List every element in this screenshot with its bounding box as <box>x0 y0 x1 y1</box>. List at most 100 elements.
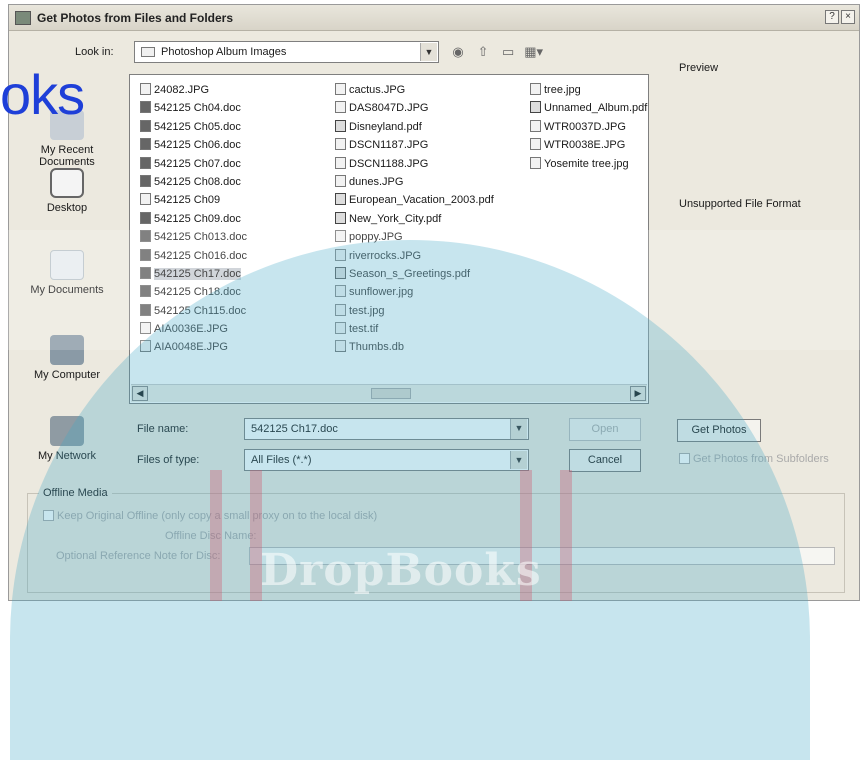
get-photos-button[interactable]: Get Photos <box>677 419 761 442</box>
list-item[interactable]: AIA0036E.JPG <box>140 320 247 338</box>
list-item[interactable]: New_York_City.pdf <box>335 210 494 228</box>
file-name: riverrocks.JPG <box>349 249 422 262</box>
list-item[interactable]: 24082.JPG <box>140 81 247 99</box>
list-item[interactable]: poppy.JPG <box>335 228 494 246</box>
horizontal-scrollbar[interactable]: ◀ ▶ <box>131 384 647 402</box>
back-icon[interactable]: ◉ <box>449 43 467 61</box>
subfolders-checkbox[interactable]: Get Photos from Subfolders <box>679 453 829 465</box>
folder-icon <box>141 47 155 57</box>
reference-note-input[interactable] <box>249 547 835 565</box>
file-name: 542125 Ch115.doc <box>154 304 247 317</box>
list-item[interactable]: Yosemite tree.jpg <box>530 155 648 173</box>
file-name: poppy.JPG <box>349 231 403 244</box>
checkbox-icon[interactable] <box>679 453 690 464</box>
files-of-type-select[interactable]: All Files (*.*) ▼ <box>244 449 529 471</box>
nav-toolbar: ◉ ⇧ ▭ ▦▾ <box>449 43 546 61</box>
file-name-input[interactable] <box>244 418 529 440</box>
file-name: 542125 Ch09 <box>154 194 221 207</box>
file-name: DSCN1187.JPG <box>349 139 429 152</box>
file-name: 542125 Ch016.doc <box>154 249 247 262</box>
list-item[interactable]: test.tif <box>335 320 494 338</box>
up-folder-icon[interactable]: ⇧ <box>474 43 492 61</box>
chevron-down-icon[interactable]: ▼ <box>510 451 527 469</box>
place-label: My Documents <box>30 284 104 296</box>
reference-note-label: Optional Reference Note for Disc: <box>56 550 221 562</box>
file-icon <box>335 322 346 335</box>
list-item[interactable]: DSCN1187.JPG <box>335 136 494 154</box>
list-item[interactable]: test.jpg <box>335 302 494 320</box>
place-my-computer[interactable]: My Computer <box>15 335 119 381</box>
places-bar: My Recent Documents Desktop My Documents… <box>15 70 119 470</box>
list-item[interactable]: sunflower.jpg <box>335 283 494 301</box>
recent-documents-icon <box>50 110 84 140</box>
file-icon <box>140 230 151 243</box>
look-in-label: Look in: <box>75 46 114 58</box>
close-button[interactable]: × <box>841 10 855 24</box>
list-item[interactable]: Season_s_Greetings.pdf <box>335 265 494 283</box>
file-icon <box>335 340 346 353</box>
list-item[interactable]: 542125 Ch115.doc <box>140 302 247 320</box>
views-menu-icon[interactable]: ▦▾ <box>524 43 543 61</box>
cancel-button[interactable]: Cancel <box>569 449 641 472</box>
list-item[interactable]: riverrocks.JPG <box>335 247 494 265</box>
list-item[interactable]: WTR0038E.JPG <box>530 136 648 154</box>
list-item[interactable]: dunes.JPG <box>335 173 494 191</box>
list-item[interactable]: 542125 Ch09 <box>140 191 247 209</box>
list-item[interactable]: tree.jpg <box>530 81 648 99</box>
list-item[interactable]: 542125 Ch04.doc <box>140 99 247 117</box>
file-icon <box>140 211 151 224</box>
file-icon <box>335 248 346 261</box>
file-name: 24082.JPG <box>154 84 210 96</box>
place-my-recent-documents[interactable]: My Recent Documents <box>15 110 119 168</box>
place-my-network[interactable]: My Network <box>15 416 119 462</box>
place-my-documents[interactable]: My Documents <box>15 250 119 296</box>
scroll-left-icon[interactable]: ◀ <box>132 386 148 401</box>
scroll-right-icon[interactable]: ▶ <box>630 386 646 401</box>
file-icon <box>335 285 346 298</box>
open-button[interactable]: Open <box>569 418 641 441</box>
list-item[interactable]: 542125 Ch09.doc <box>140 210 247 228</box>
place-label: My Network <box>37 450 97 462</box>
file-icon <box>140 266 151 279</box>
list-item[interactable]: 542125 Ch013.doc <box>140 228 247 246</box>
list-item[interactable]: Unnamed_Album.pdf <box>530 99 648 117</box>
chevron-down-icon[interactable]: ▼ <box>420 43 437 61</box>
list-item[interactable]: 542125 Ch05.doc <box>140 118 247 136</box>
new-folder-icon[interactable]: ▭ <box>499 43 517 61</box>
help-button[interactable]: ? <box>825 10 839 24</box>
keep-offline-checkbox[interactable]: Keep Original Offline (only copy a small… <box>43 510 377 522</box>
list-item[interactable]: AIA0048E.JPG <box>140 338 247 356</box>
file-list[interactable]: 24082.JPG 542125 Ch04.doc 542125 Ch05.doc 5… <box>129 74 649 404</box>
list-item[interactable]: 542125 Ch17.doc <box>140 265 247 283</box>
chevron-down-icon[interactable]: ▼ <box>510 419 527 439</box>
file-icon <box>140 285 151 298</box>
list-item[interactable]: 542125 Ch07.doc <box>140 155 247 173</box>
place-desktop[interactable]: Desktop <box>15 168 119 214</box>
file-icon <box>530 138 541 151</box>
files-of-type-value: All Files (*.*) <box>251 454 312 466</box>
file-name: 542125 Ch09.doc <box>154 212 241 225</box>
file-icon <box>335 83 346 95</box>
look-in-select[interactable]: Photoshop Album Images ▼ <box>134 41 439 63</box>
place-label: Desktop <box>46 202 88 214</box>
list-item[interactable]: European_Vacation_2003.pdf <box>335 191 494 209</box>
list-item[interactable]: DAS8047D.JPG <box>335 99 494 117</box>
list-item[interactable]: 542125 Ch08.doc <box>140 173 247 191</box>
file-icon <box>335 119 346 132</box>
file-icon <box>335 230 346 243</box>
file-name: WTR0038E.JPG <box>544 139 626 152</box>
list-item[interactable]: DSCN1188.JPG <box>335 155 494 173</box>
file-name: 542125 Ch04.doc <box>154 102 241 115</box>
list-item[interactable]: 542125 Ch016.doc <box>140 247 247 265</box>
list-item[interactable]: 542125 Ch06.doc <box>140 136 247 154</box>
scroll-thumb[interactable] <box>371 388 411 399</box>
keep-offline-label: Keep Original Offline (only copy a small… <box>57 510 378 522</box>
list-item[interactable]: 542125 Ch18.doc <box>140 283 247 301</box>
list-item[interactable]: Disneyland.pdf <box>335 118 494 136</box>
list-item[interactable]: WTR0037D.JPG <box>530 118 648 136</box>
file-name: 542125 Ch18.doc <box>154 286 241 299</box>
list-item[interactable]: Thumbs.db <box>335 338 494 356</box>
list-item[interactable]: cactus.JPG <box>335 81 494 99</box>
file-icon <box>140 119 151 132</box>
checkbox-icon[interactable] <box>43 510 54 521</box>
